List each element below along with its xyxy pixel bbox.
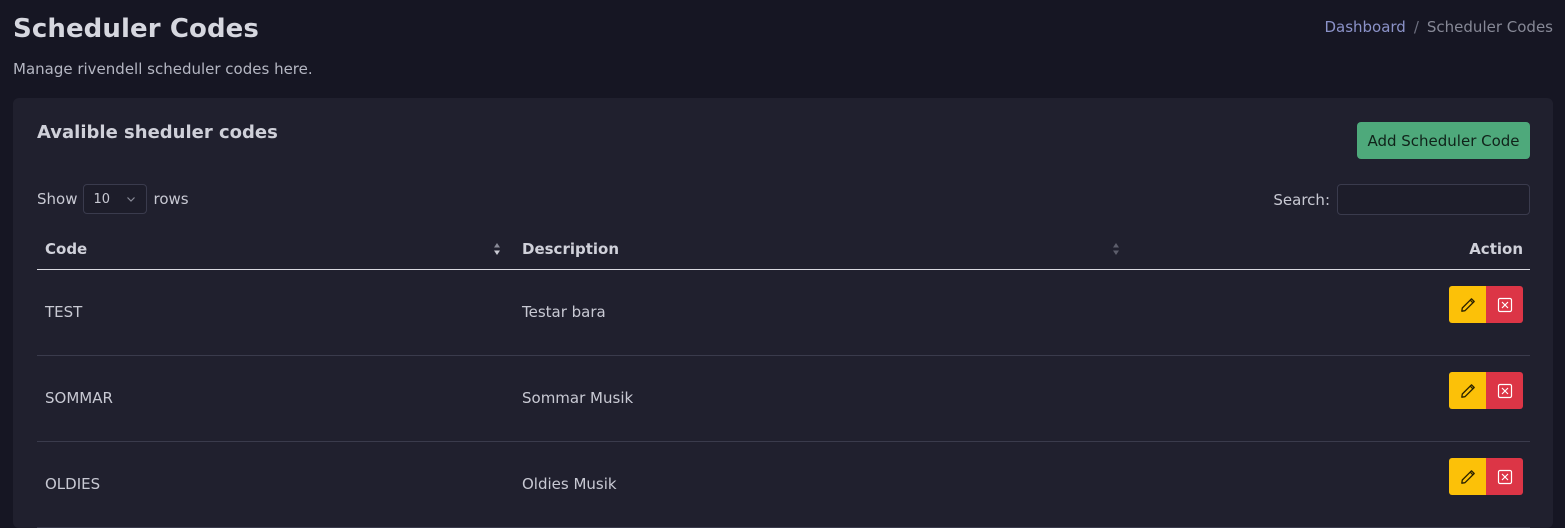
edit-button[interactable] [1449, 286, 1486, 323]
x-square-icon [1497, 469, 1512, 484]
cell-description: Oldies Musik [522, 475, 617, 493]
sort-icon[interactable] [493, 242, 501, 256]
rows-length-control: Show 10 rows [37, 184, 189, 214]
column-header-action: Action [1469, 240, 1523, 258]
breadcrumb-separator: / [1413, 18, 1419, 36]
column-header-description[interactable]: Description [522, 240, 619, 258]
delete-button[interactable] [1486, 286, 1523, 323]
rows-per-page-select[interactable]: 10 [83, 184, 148, 214]
delete-button[interactable] [1486, 372, 1523, 409]
search-input[interactable] [1337, 184, 1530, 215]
x-square-icon [1497, 297, 1512, 312]
edit-button[interactable] [1449, 458, 1486, 495]
pencil-icon [1460, 297, 1475, 312]
scheduler-codes-table: Code Description Action TEST Testar bara [37, 228, 1530, 528]
length-prefix: Show [37, 190, 78, 208]
x-square-icon [1497, 383, 1512, 398]
cell-code: SOMMAR [45, 389, 113, 407]
search-control: Search: [1273, 184, 1530, 215]
sort-icon[interactable] [1112, 242, 1120, 256]
table-row: OLDIES Oldies Musik [37, 442, 1530, 528]
search-label: Search: [1273, 190, 1330, 209]
chevron-down-icon [127, 197, 136, 202]
row-actions [1449, 286, 1523, 323]
length-suffix: rows [153, 190, 189, 208]
row-actions [1449, 458, 1523, 495]
breadcrumb: Dashboard / Scheduler Codes [1324, 18, 1553, 36]
delete-button[interactable] [1486, 458, 1523, 495]
table-row: TEST Testar bara [37, 270, 1530, 356]
cell-description: Sommar Musik [522, 389, 634, 407]
cell-code: OLDIES [45, 475, 101, 493]
cell-description: Testar bara [522, 303, 606, 321]
table-row: SOMMAR Sommar Musik [37, 356, 1530, 442]
cell-code: TEST [45, 303, 83, 321]
rows-per-page-value: 10 [93, 191, 111, 207]
breadcrumb-current: Scheduler Codes [1426, 18, 1553, 36]
pencil-icon [1460, 469, 1475, 484]
page-title: Scheduler Codes [13, 14, 259, 44]
pencil-icon [1460, 383, 1475, 398]
scheduler-codes-card: Avalible sheduler codes Add Scheduler Co… [13, 98, 1553, 528]
edit-button[interactable] [1449, 372, 1486, 409]
row-actions [1449, 372, 1523, 409]
add-scheduler-code-button[interactable]: Add Scheduler Code [1357, 122, 1530, 159]
breadcrumb-dashboard-link[interactable]: Dashboard [1324, 18, 1405, 36]
table-header: Code Description Action [37, 228, 1530, 270]
page-subtitle: Manage rivendell scheduler codes here. [13, 60, 313, 78]
column-header-code[interactable]: Code [45, 240, 87, 258]
card-title: Avalible sheduler codes [37, 122, 278, 143]
